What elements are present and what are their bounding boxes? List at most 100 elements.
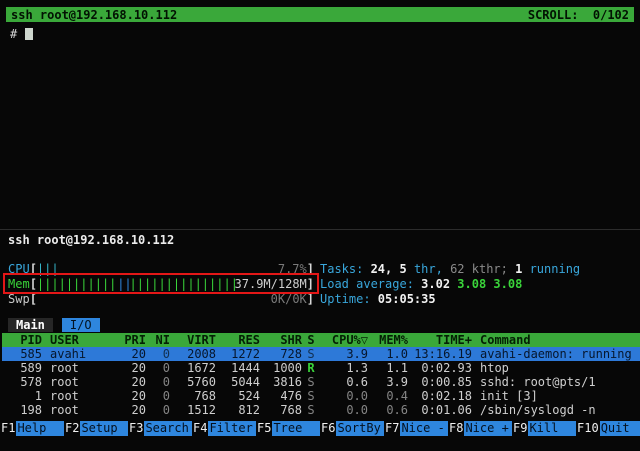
tasks-count: 24, <box>371 262 400 276</box>
cell-command: init [3] <box>472 389 640 403</box>
process-row[interactable]: 578 root 20 0 5760 5044 3816 S 0.6 3.9 0… <box>2 375 640 389</box>
cell-time: 0:02.93 <box>408 361 472 375</box>
column-header-user[interactable]: USER <box>42 333 116 347</box>
column-header-cpu-sort[interactable]: CPU%▽ <box>320 333 368 347</box>
fkey-nice-minus[interactable]: F7Nice - <box>384 421 448 436</box>
column-header-ni[interactable]: NI <box>146 333 170 347</box>
cell-virt: 768 <box>170 389 216 403</box>
process-row[interactable]: 198 root 20 0 1512 812 768 S 0.0 0.6 0:0… <box>2 403 640 417</box>
shell-prompt[interactable]: # <box>10 27 33 41</box>
terminal-window: ssh root@192.168.10.112 SCROLL: 0/102 # … <box>0 0 640 451</box>
uptime-value: 05:05:35 <box>378 292 436 306</box>
htop-tab-bar: Main I/O <box>8 318 100 332</box>
cell-command: htop <box>472 361 640 375</box>
fkey-help[interactable]: F1Help <box>0 421 64 436</box>
cell-time: 0:02.18 <box>408 389 472 403</box>
process-row[interactable]: 1 root 20 0 768 524 476 S 0.0 0.4 0:02.1… <box>2 389 640 403</box>
cell-mem: 0.6 <box>368 403 408 417</box>
bracket-close: ] <box>307 277 314 291</box>
cell-user: root <box>42 403 116 417</box>
cell-shr: 3816 <box>260 375 302 389</box>
bracket-open: [ <box>30 292 37 306</box>
fkey-label: Help <box>16 421 64 436</box>
load-1min: 3.02 <box>421 277 457 291</box>
scroll-indicator: SCROLL: 0/102 <box>528 8 629 22</box>
fkey-number: F3 <box>128 421 144 436</box>
cell-state: S <box>302 347 320 361</box>
fkey-number: F4 <box>192 421 208 436</box>
cell-ni: 0 <box>146 375 170 389</box>
scroll-value: 0/102 <box>593 8 629 22</box>
column-header-pid[interactable]: PID <box>2 333 42 347</box>
cell-time: 0:01.06 <box>408 403 472 417</box>
cell-cpu: 3.9 <box>320 347 368 361</box>
fkey-label: Kill <box>528 421 576 436</box>
bracket-close: ] <box>307 262 314 276</box>
fkey-number: F10 <box>576 421 600 436</box>
fkey-label: Quit <box>600 421 640 436</box>
fkey-search[interactable]: F3Search <box>128 421 192 436</box>
tab-io[interactable]: I/O <box>62 318 100 332</box>
cell-pid: 585 <box>2 347 42 361</box>
thread-label: thr, <box>407 262 450 276</box>
cell-command: avahi-daemon: running <box>472 347 640 361</box>
column-header-time[interactable]: TIME+ <box>408 333 472 347</box>
process-row[interactable]: 589 root 20 0 1672 1444 1000 R 1.3 1.1 0… <box>2 361 640 375</box>
mem-meter-value: 37.9M/128M <box>235 277 307 291</box>
cell-command: sshd: root@pts/1 <box>472 375 640 389</box>
swap-meter-value: 0K/0K <box>271 292 307 306</box>
column-header-pri[interactable]: PRI <box>116 333 146 347</box>
cell-cpu: 0.6 <box>320 375 368 389</box>
cell-shr: 768 <box>260 403 302 417</box>
running-label: running <box>522 262 580 276</box>
fkey-sortby[interactable]: F6SortBy <box>320 421 384 436</box>
fkey-label: Nice - <box>400 421 448 436</box>
cell-user: root <box>42 389 116 403</box>
fkey-number: F1 <box>0 421 16 436</box>
cell-virt: 1512 <box>170 403 216 417</box>
fkey-label: Nice + <box>464 421 512 436</box>
column-header-command[interactable]: Command <box>472 333 640 347</box>
mem-meter-ticks-cache: ||||||||||||||||| <box>130 277 235 291</box>
cell-pid: 198 <box>2 403 42 417</box>
column-header-res[interactable]: RES <box>216 333 260 347</box>
fkey-kill[interactable]: F9Kill <box>512 421 576 436</box>
fkey-setup[interactable]: F2Setup <box>64 421 128 436</box>
cell-ni: 0 <box>146 389 170 403</box>
cell-cpu: 0.0 <box>320 389 368 403</box>
cell-state: S <box>302 375 320 389</box>
uptime: Uptime: 05:05:35 <box>320 292 436 306</box>
load-15min: 3.08 <box>493 277 522 291</box>
column-header-mem[interactable]: MEM% <box>368 333 408 347</box>
column-header-shr[interactable]: SHR <box>260 333 302 347</box>
fkey-nice-plus[interactable]: F8Nice + <box>448 421 512 436</box>
cell-pid: 1 <box>2 389 42 403</box>
cell-time: 13:16.19 <box>408 347 472 361</box>
cell-mem: 1.1 <box>368 361 408 375</box>
fkey-number: F2 <box>64 421 80 436</box>
fkey-label: Search <box>144 421 192 436</box>
cell-shr: 1000 <box>260 361 302 375</box>
cell-res: 1444 <box>216 361 260 375</box>
column-header-virt[interactable]: VIRT <box>170 333 216 347</box>
cell-pri: 20 <box>116 389 146 403</box>
fkey-filter[interactable]: F4Filter <box>192 421 256 436</box>
cpu-meter-label: CPU <box>8 262 30 276</box>
cell-cpu: 1.3 <box>320 361 368 375</box>
mem-meter-label: Mem <box>8 277 30 291</box>
function-key-bar: F1Help F2Setup F3Search F4Filter F5Tree … <box>0 421 640 436</box>
cell-res: 524 <box>216 389 260 403</box>
column-header-state[interactable]: S <box>302 333 320 347</box>
mem-meter-ticks-used: ||||||||||||| <box>37 277 117 291</box>
cell-mem: 0.4 <box>368 389 408 403</box>
fkey-number: F6 <box>320 421 336 436</box>
cell-state: S <box>302 403 320 417</box>
fkey-quit[interactable]: F10Quit <box>576 421 640 436</box>
tab-main[interactable]: Main <box>8 318 53 332</box>
uptime-label: Uptime: <box>320 292 378 306</box>
fkey-tree[interactable]: F5Tree <box>256 421 320 436</box>
cell-pri: 20 <box>116 375 146 389</box>
process-row-selected[interactable]: 585 avahi 20 0 2008 1272 728 S 3.9 1.0 1… <box>2 347 640 361</box>
top-pane-title-bar: ssh root@192.168.10.112 SCROLL: 0/102 <box>6 7 634 22</box>
cpu-meter: CPU[|||7.7%] <box>8 262 314 276</box>
